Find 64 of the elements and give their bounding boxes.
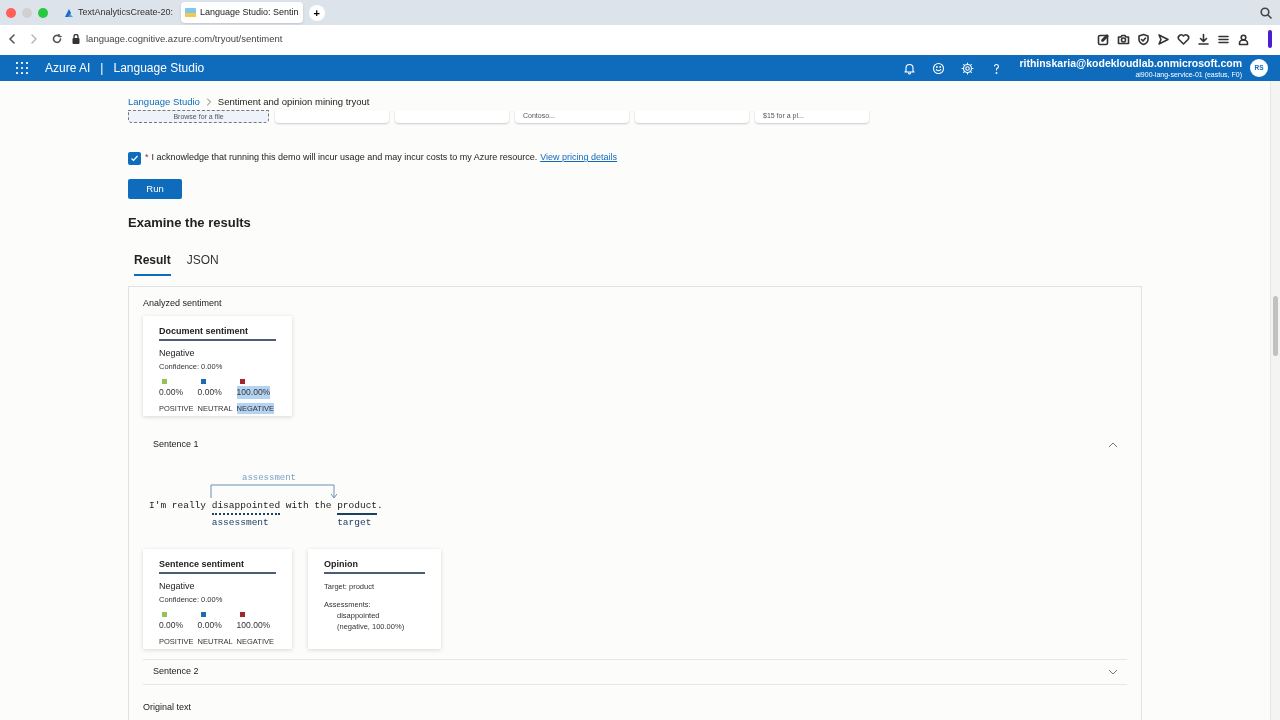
- search-icon[interactable]: [1260, 6, 1272, 19]
- chevron-right-icon: [205, 98, 212, 107]
- sentence-text: with the: [284, 498, 333, 513]
- score-value: 0.00%: [159, 386, 184, 399]
- edit-icon[interactable]: [1097, 32, 1110, 46]
- send-icon[interactable]: [1157, 32, 1170, 46]
- target-word: product: [337, 498, 378, 515]
- back-icon[interactable]: [8, 34, 16, 44]
- chevron-down-icon[interactable]: [1108, 668, 1118, 675]
- run-button[interactable]: Run: [128, 178, 182, 199]
- heart-icon[interactable]: [1177, 32, 1190, 46]
- section-heading: Examine the results: [128, 213, 252, 232]
- card-title: Sentence sentiment: [159, 557, 276, 575]
- breadcrumb-current: Sentiment and opinion mining tryout: [217, 95, 370, 109]
- sentence-text: .: [377, 498, 383, 513]
- relation-label: assessment: [242, 471, 296, 485]
- download-icon[interactable]: [1197, 32, 1210, 46]
- assessment-word: disappointed: [211, 498, 281, 515]
- score-value: 100.00%: [236, 386, 271, 399]
- browser-tab[interactable]: TextAnalyticsCreate-20:: [60, 2, 178, 23]
- sidebar-toggle-icon[interactable]: [1268, 30, 1272, 48]
- card-title: Document sentiment: [159, 324, 276, 342]
- checkbox[interactable]: [128, 151, 141, 165]
- required-mark: *: [145, 151, 149, 165]
- score-value: 0.00%: [197, 619, 222, 632]
- account-email[interactable]: rithinskaria@kodekloudlab.onmicrosoft.com: [1019, 58, 1242, 69]
- new-tab-button[interactable]: +: [308, 4, 325, 21]
- accordion-header[interactable]: Sentence 1: [143, 437, 1127, 452]
- card-title: Opinion: [324, 557, 425, 575]
- brand-name[interactable]: Azure AI: [45, 59, 91, 77]
- result-tab[interactable]: Result: [134, 251, 171, 277]
- address-field[interactable]: language.cognitive.azure.com/tryout/sentiment: [86, 31, 283, 47]
- entity-label: assessment: [211, 516, 270, 530]
- camera-icon[interactable]: [1117, 32, 1130, 46]
- logo-icon: [64, 7, 74, 18]
- score-value: 100.00%: [236, 619, 271, 632]
- acknowledge-text: I acknowledge that running this demo will incur usage and may incur costs to my Azure resource.: [151, 151, 538, 165]
- smiley-icon[interactable]: [932, 61, 946, 75]
- bell-icon[interactable]: [903, 61, 917, 75]
- breadcrumb-link[interactable]: Language Studio: [128, 95, 200, 110]
- score-value: 0.00%: [159, 619, 184, 632]
- pricing-link[interactable]: View pricing details: [540, 151, 618, 165]
- header-separator: |: [100, 60, 104, 77]
- sentence-text: I'm really: [149, 498, 207, 513]
- panel-heading: Original text: [143, 700, 193, 714]
- scrollbar-thumb[interactable]: [1273, 296, 1278, 356]
- score-value: 0.00%: [197, 386, 222, 399]
- panel-heading: Analyzed sentiment: [143, 297, 223, 311]
- sentiment-label: Negative: [159, 580, 196, 594]
- sentiment-label: Negative: [159, 347, 196, 361]
- profile-icon[interactable]: [1237, 32, 1250, 46]
- checkmark-icon: [130, 153, 139, 163]
- accordion-header[interactable]: Sentence 2: [143, 658, 1127, 685]
- lock-icon: [72, 34, 80, 44]
- result-tab[interactable]: JSON: [186, 251, 219, 277]
- app-launcher-icon[interactable]: [16, 62, 28, 74]
- shield-icon[interactable]: [1137, 32, 1150, 46]
- reload-icon[interactable]: [52, 34, 62, 44]
- product-name[interactable]: Language Studio: [113, 59, 205, 77]
- entity-label: target: [337, 516, 373, 530]
- browser-tab[interactable]: Language Studio: Sentin: [181, 2, 303, 23]
- page-icon: [185, 8, 197, 17]
- settings-icon[interactable]: [961, 61, 975, 75]
- chevron-up-icon[interactable]: [1108, 441, 1118, 448]
